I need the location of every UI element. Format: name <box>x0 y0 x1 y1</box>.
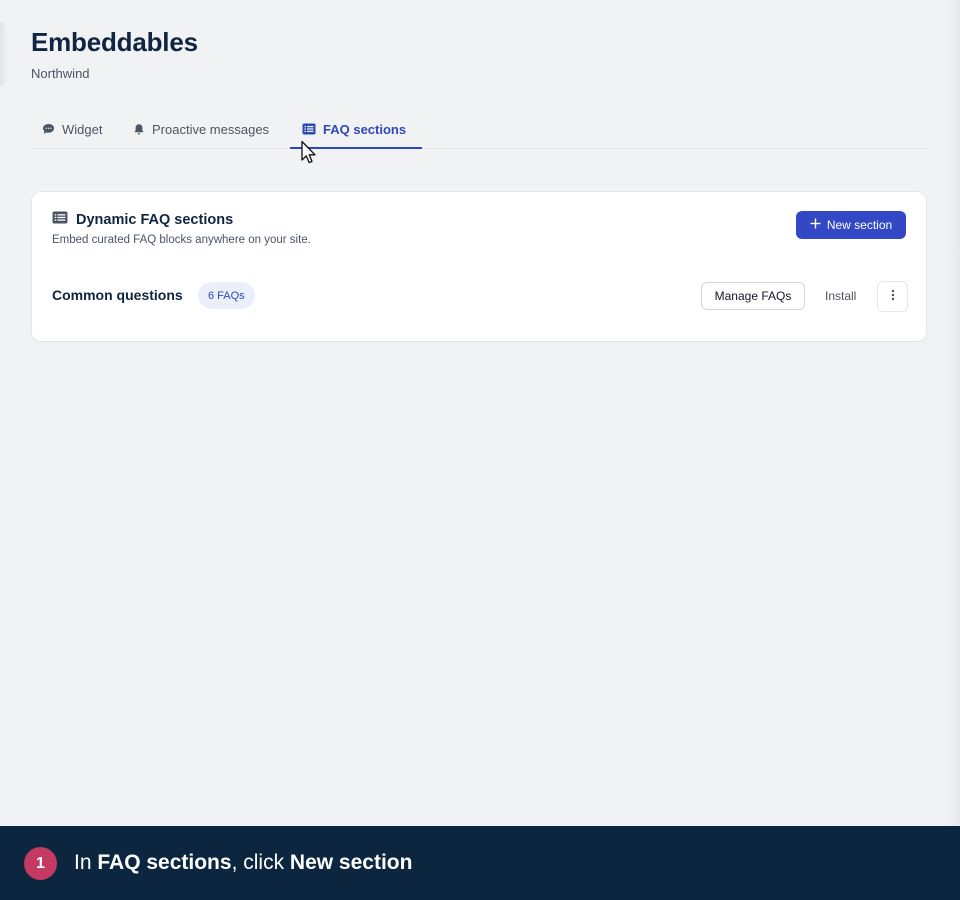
list-icon <box>302 123 316 135</box>
manage-faqs-button[interactable]: Manage FAQs <box>701 282 805 310</box>
workspace-name: Northwind <box>31 66 90 81</box>
new-section-button[interactable]: New section <box>796 211 906 239</box>
more-options-button[interactable] <box>877 281 908 312</box>
card-title: Dynamic FAQ sections <box>76 212 234 228</box>
faq-sections-card: Dynamic FAQ sections Embed curated FAQ b… <box>31 191 927 342</box>
bell-icon <box>133 123 145 136</box>
faq-count-badge: 6 FAQs <box>198 282 255 309</box>
caption-prefix: In <box>74 851 98 874</box>
caption-target-tab: FAQ sections <box>97 851 232 874</box>
list-icon <box>52 211 68 229</box>
caption-middle: , click <box>231 851 290 874</box>
plus-icon <box>810 218 821 232</box>
caption-target-button: New section <box>289 851 413 874</box>
card-description: Embed curated FAQ blocks anywhere on you… <box>52 234 311 246</box>
tab-widget-label: Widget <box>62 121 103 137</box>
step-number-badge: 1 <box>24 847 57 880</box>
mouse-cursor-icon <box>300 140 318 171</box>
panel-edge-shadow <box>0 22 8 86</box>
tutorial-caption-bar: 1 In FAQ sections, click New section <box>0 826 960 900</box>
chat-bubble-icon <box>42 123 55 135</box>
tab-proactive-messages[interactable]: Proactive messages <box>133 110 269 148</box>
card-heading: Dynamic FAQ sections <box>52 211 233 229</box>
page-title: Embeddables <box>31 27 198 57</box>
tab-bar: Widget Proactive messages FAQ sections <box>31 110 928 149</box>
tab-faq-sections-label: FAQ sections <box>323 121 407 137</box>
more-vertical-icon <box>891 289 895 304</box>
page: Embeddables Northwind Widget Proactive m… <box>0 0 960 900</box>
new-section-label: New section <box>826 218 893 232</box>
scroll-edge-shadow <box>946 0 960 826</box>
tab-widget[interactable]: Widget <box>42 110 102 148</box>
faq-section-title: Common questions <box>52 287 183 303</box>
install-link[interactable]: Install <box>825 289 856 303</box>
tab-proactive-messages-label: Proactive messages <box>152 121 270 137</box>
caption-text: In FAQ sections, click New section <box>74 851 412 875</box>
